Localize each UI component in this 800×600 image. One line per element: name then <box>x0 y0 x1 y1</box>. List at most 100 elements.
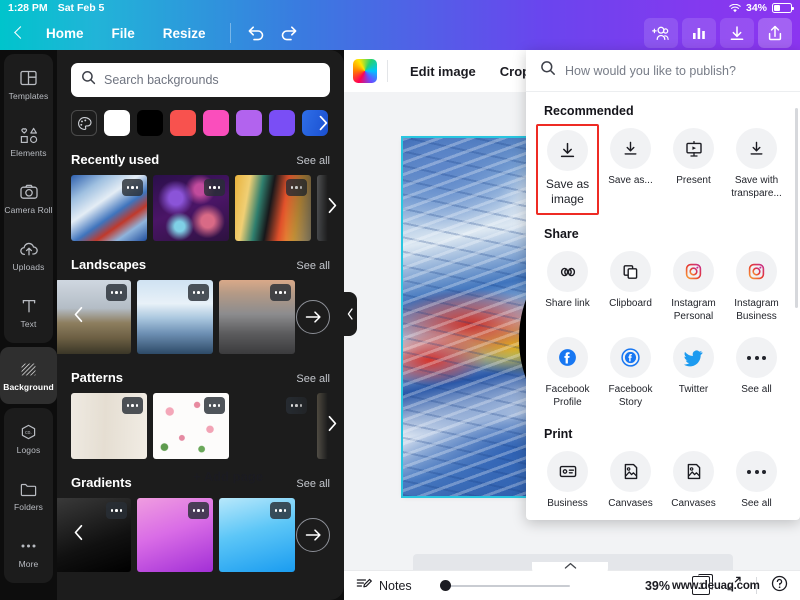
publish-option-share-link[interactable]: Share link <box>536 247 599 329</box>
thumb-dried-grass-pattern[interactable] <box>71 393 147 459</box>
see-all-link[interactable]: See all <box>296 155 330 167</box>
scroll-right-circle-button[interactable] <box>296 518 330 552</box>
sidebar-item-more[interactable]: More <box>4 524 53 581</box>
sidebar-item-logos[interactable]: co. Logos <box>4 410 53 467</box>
notes-button[interactable]: Notes <box>356 577 412 595</box>
sidebar-item-elements[interactable]: Elements <box>4 113 53 170</box>
download-button[interactable] <box>720 18 754 48</box>
search-backgrounds-field[interactable]: Search backgrounds <box>71 63 330 97</box>
thumb-pink-floral-pattern[interactable] <box>153 393 229 459</box>
thumb-options-icon[interactable] <box>122 179 143 196</box>
panel-collapse-handle[interactable] <box>344 292 357 336</box>
resize-button[interactable]: Resize <box>149 21 220 46</box>
back-chevron-icon[interactable] <box>8 22 30 44</box>
scroll-left-icon[interactable] <box>73 524 84 546</box>
scroll-right-icon[interactable] <box>327 197 338 219</box>
swatch-white[interactable] <box>104 110 130 136</box>
thumb-desert-dusk[interactable] <box>57 280 131 354</box>
site-watermark: www.deuaq.com <box>672 580 760 592</box>
thumb-pink-purple-gradient[interactable] <box>137 498 213 572</box>
file-menu-button[interactable]: File <box>98 21 149 46</box>
header-divider <box>229 23 231 43</box>
edit-image-button[interactable]: Edit image <box>398 58 488 85</box>
thumb-options-icon[interactable] <box>286 179 307 196</box>
thumb-options-icon[interactable] <box>270 502 291 519</box>
publish-option-save-as[interactable]: Save as... <box>599 124 662 215</box>
thumb-options-icon[interactable] <box>106 502 127 519</box>
see-all-link[interactable]: See all <box>296 373 330 385</box>
chevron-right-icon[interactable] <box>310 110 336 136</box>
share-publish-button[interactable] <box>758 18 792 48</box>
swatch-hot-pink[interactable] <box>203 110 229 136</box>
thumb-purple-bokeh[interactable] <box>153 175 229 241</box>
publish-option-save-with-transparency[interactable]: Save with transpare... <box>725 124 788 215</box>
thumb-black-gradient[interactable] <box>57 498 131 572</box>
thumb-options-icon[interactable] <box>122 397 143 414</box>
see-all-link[interactable]: See all <box>296 478 330 490</box>
publish-option-present[interactable]: Present <box>662 124 725 215</box>
publish-option-canvases-2[interactable]: Canvases <box>662 447 725 517</box>
thumb-light-botanical-pattern[interactable] <box>235 393 311 459</box>
swatch-light-purple[interactable] <box>236 110 262 136</box>
thumb-options-icon[interactable] <box>286 397 307 414</box>
thumb-options-icon[interactable] <box>204 397 225 414</box>
thumb-options-icon[interactable] <box>188 284 209 301</box>
publish-option-twitter[interactable]: Twitter <box>662 333 725 415</box>
publish-option-instagram-personal[interactable]: Instagram Personal <box>662 247 725 329</box>
thumb-options-icon[interactable] <box>188 502 209 519</box>
zoom-slider[interactable] <box>439 579 570 593</box>
swatch-black[interactable] <box>137 110 163 136</box>
home-button[interactable]: Home <box>32 21 98 46</box>
sidebar-item-folders[interactable]: Folders <box>4 467 53 524</box>
publish-option-instagram-business[interactable]: Instagram Business <box>725 247 788 329</box>
redo-button[interactable] <box>275 19 305 47</box>
thumb-blue-mountain-lake[interactable] <box>137 280 213 354</box>
rainbow-color-swatch[interactable] <box>353 59 377 83</box>
publish-option-save-as-image[interactable]: Save as image <box>536 124 599 215</box>
see-all-link[interactable]: See all <box>296 260 330 272</box>
zoom-slider-knob[interactable] <box>439 580 451 591</box>
scroll-right-circle-button[interactable] <box>296 300 330 334</box>
publish-option-print-see-all[interactable]: See all <box>725 447 788 517</box>
color-picker-swatch[interactable] <box>71 110 97 136</box>
search-icon <box>540 60 556 81</box>
sidebar-item-text[interactable]: Text <box>4 284 53 341</box>
sidebar-item-uploads[interactable]: Uploads <box>4 227 53 284</box>
thumb-options-icon[interactable] <box>204 179 225 196</box>
bottom-panel-collapse[interactable] <box>532 562 608 578</box>
thumb-rocky-mountain-peak[interactable] <box>219 280 295 354</box>
thumb-sky-blue-gradient[interactable] <box>219 498 295 572</box>
swatch-violet[interactable] <box>269 110 295 136</box>
instagram-icon <box>736 251 777 292</box>
scroll-left-icon[interactable] <box>73 306 84 328</box>
help-button[interactable] <box>771 575 788 597</box>
sidebar-item-camera-roll[interactable]: Camera Roll <box>4 170 53 227</box>
add-page-label[interactable]: + Add page <box>193 469 263 484</box>
thumb-options-icon[interactable] <box>270 284 291 301</box>
scroll-right-icon[interactable] <box>327 415 338 437</box>
section-header-landscapes: Landscapes See all <box>57 257 344 272</box>
swatch-coral-red[interactable] <box>170 110 196 136</box>
text-t-icon <box>18 296 39 316</box>
thumb-orange-teal-texture[interactable] <box>235 175 311 241</box>
rail-group-primary: Templates Elements Camera Roll Uploads T… <box>4 54 53 343</box>
thumb-blue-abstract-paint[interactable] <box>71 175 147 241</box>
add-collaborator-button[interactable] <box>644 18 678 48</box>
publish-option-clipboard[interactable]: Clipboard <box>599 247 662 329</box>
publish-option-facebook-profile[interactable]: Facebook Profile <box>536 333 599 415</box>
section-title: Landscapes <box>71 257 147 272</box>
publish-scrollbar[interactable] <box>795 108 798 308</box>
undo-button[interactable] <box>241 19 271 47</box>
insights-button[interactable] <box>682 18 716 48</box>
publish-option-facebook-story[interactable]: Facebook Story <box>599 333 662 415</box>
sidebar-item-templates[interactable]: Templates <box>4 56 53 113</box>
sidebar-item-background[interactable]: Background <box>0 347 57 404</box>
section-title: Gradients <box>71 475 132 490</box>
publish-option-canvases-1[interactable]: Canvases <box>599 447 662 517</box>
publish-search-field[interactable]: How would you like to publish? <box>526 50 800 92</box>
zoom-level-label[interactable]: 39% <box>645 579 670 593</box>
publish-option-label: Instagram Business <box>734 298 779 322</box>
thumb-options-icon[interactable] <box>106 284 127 301</box>
publish-option-share-see-all[interactable]: See all <box>725 333 788 415</box>
publish-option-business-cards[interactable]: Business <box>536 447 599 517</box>
